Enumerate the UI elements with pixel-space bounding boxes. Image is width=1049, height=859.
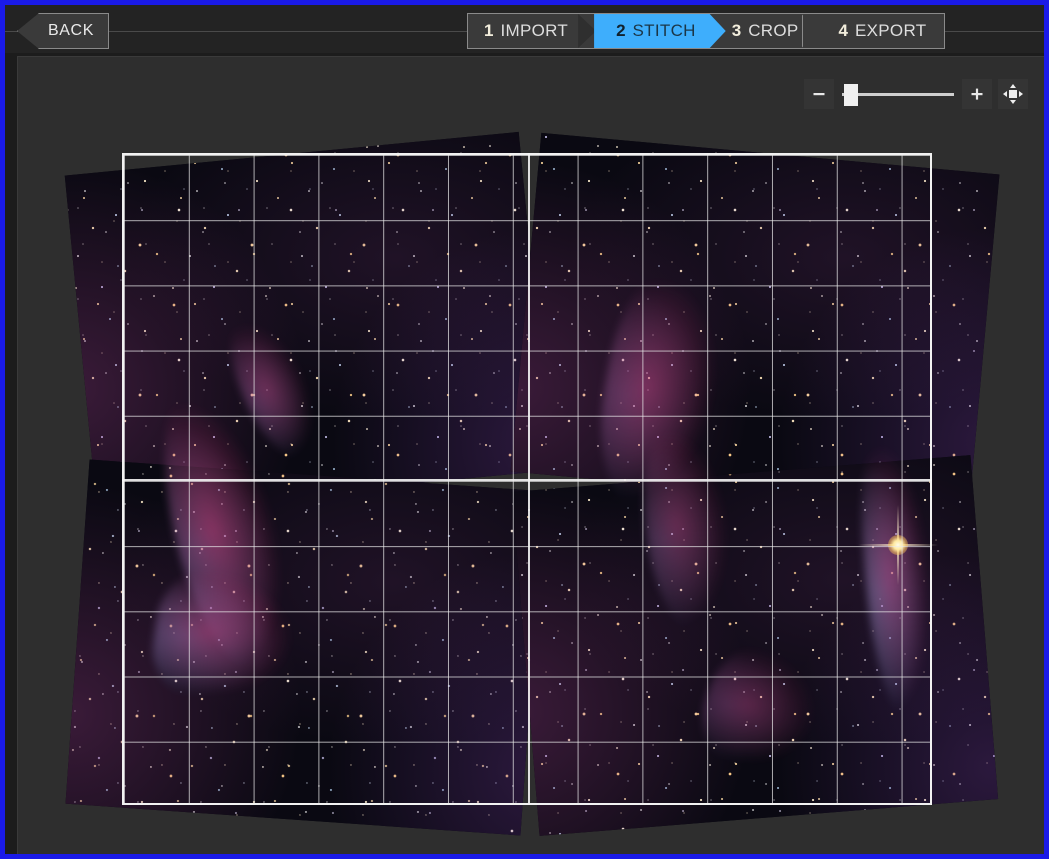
tile-sky-content xyxy=(65,459,545,836)
tile-sky-content xyxy=(511,455,999,836)
minus-icon xyxy=(813,93,825,96)
mosaic-tile-bottom-left[interactable] xyxy=(65,459,545,836)
chevron-right-icon xyxy=(578,14,596,48)
mosaic-tile-top-right[interactable] xyxy=(510,132,1000,514)
zoom-slider-track xyxy=(842,93,954,96)
wizard-step-crop-label: CROP xyxy=(748,21,799,40)
stitched-image-mosaic[interactable] xyxy=(18,57,1044,854)
mosaic-tile-bottom-right[interactable] xyxy=(511,455,999,836)
wizard-step-stitch-number: 2 xyxy=(616,21,626,40)
zoom-out-button[interactable] xyxy=(804,79,834,109)
back-button[interactable]: BACK xyxy=(17,13,109,49)
wizard-step-stitch-label: STITCH xyxy=(632,21,696,40)
fit-to-screen-button[interactable] xyxy=(998,79,1028,109)
back-button-label: BACK xyxy=(48,22,94,39)
fit-to-screen-icon xyxy=(1003,84,1023,104)
wizard-step-export[interactable]: 4 EXPORT xyxy=(817,14,945,48)
wizard-step-crop[interactable]: 3 CROP xyxy=(710,14,817,48)
nebula-haze-layer xyxy=(65,459,545,836)
nebula-haze-layer xyxy=(64,131,552,515)
wizard-step-import-label: IMPORT xyxy=(500,21,569,40)
zoom-slider[interactable] xyxy=(842,79,954,109)
tile-sky-content xyxy=(64,131,552,515)
wizard-step-import-number: 1 xyxy=(484,21,494,40)
chevron-right-icon xyxy=(802,14,818,48)
top-toolbar: BACK 1 IMPORT 2 STITCH 3 CROP 4 EXPORT xyxy=(5,5,1044,53)
wizard-step-bar: 1 IMPORT 2 STITCH 3 CROP 4 EXPORT xyxy=(467,13,946,49)
tile-sky-content xyxy=(510,132,1000,514)
nebula-haze-layer xyxy=(511,455,999,836)
wizard-step-crop-number: 3 xyxy=(731,21,742,40)
zoom-in-button[interactable] xyxy=(962,79,992,109)
plus-icon xyxy=(971,88,983,100)
zoom-slider-handle[interactable] xyxy=(844,84,859,106)
wizard-step-export-number: 4 xyxy=(838,21,848,40)
wizard-step-export-label: EXPORT xyxy=(855,21,927,40)
wizard-step-import[interactable]: 1 IMPORT xyxy=(468,14,594,48)
application-frame: BACK 1 IMPORT 2 STITCH 3 CROP 4 EXPORT xyxy=(0,0,1049,859)
zoom-controls xyxy=(804,79,1028,109)
mosaic-tile-top-left[interactable] xyxy=(64,131,552,515)
nebula-haze-layer xyxy=(510,132,1000,514)
wizard-step-stitch[interactable]: 2 STITCH xyxy=(594,14,726,48)
stitch-canvas-panel[interactable] xyxy=(17,56,1044,854)
